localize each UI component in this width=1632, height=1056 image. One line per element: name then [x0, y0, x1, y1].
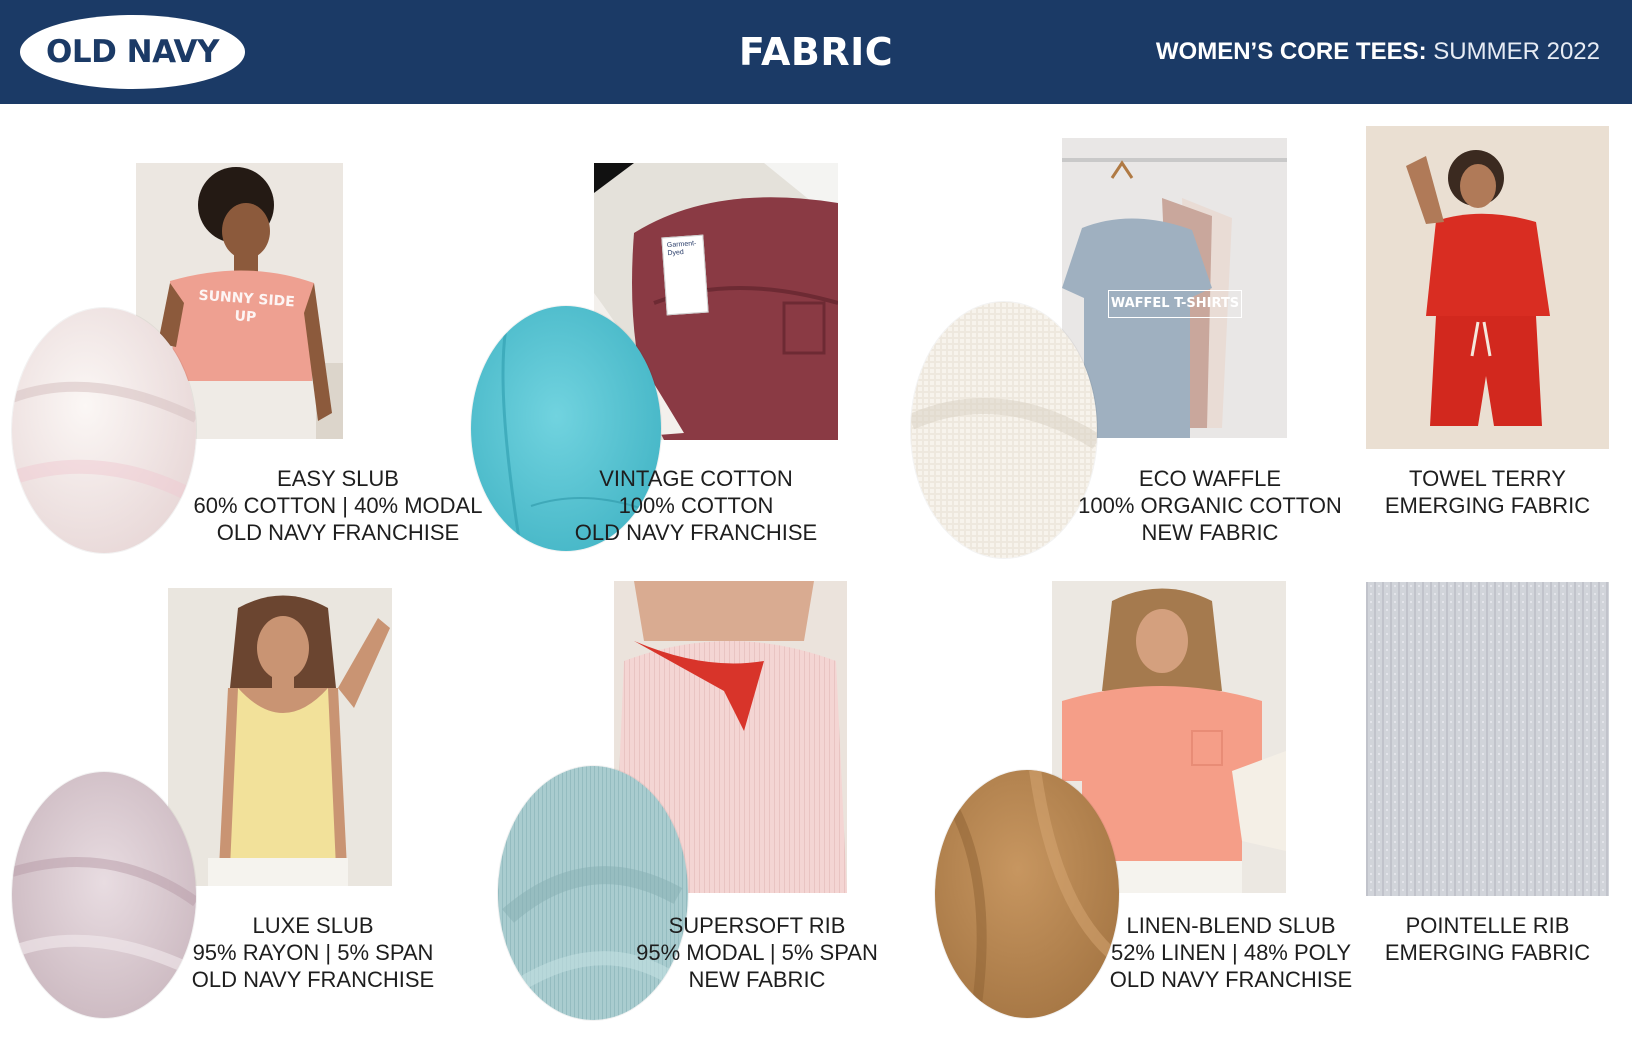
- easy-slub-label: EASY SLUB 60% COTTON | 40% MODAL OLD NAV…: [183, 465, 493, 546]
- vintage-cotton-label: VINTAGE COTTON 100% COTTON OLD NAVY FRAN…: [541, 465, 851, 546]
- fabric-status: OLD NAVY FRANCHISE: [574, 520, 818, 545]
- season-label: SUMMER 2022: [1433, 38, 1600, 65]
- fabric-content: 52% LINEN | 48% POLY: [1110, 940, 1352, 965]
- fabric-status: NEW FABRIC: [1141, 520, 1279, 545]
- page-title: FABRIC: [738, 30, 894, 74]
- collection-subtitle: WOMEN’S CORE TEES: SUMMER 2022: [1156, 38, 1600, 66]
- fabric-content: 95% RAYON | 5% SPAN: [192, 940, 434, 965]
- header-bar: OLD NAVY FABRIC WOMEN’S CORE TEES: SUMME…: [0, 0, 1632, 104]
- easy-slub-shirt-print: SUNNY SIDE UP: [197, 287, 296, 326]
- fabric-name: SUPERSOFT RIB: [668, 913, 846, 938]
- easy-slub-fabric-swatch: [12, 308, 196, 553]
- eco-waffle-product-photo: [1062, 138, 1287, 438]
- fabric-content: 95% MODAL | 5% SPAN: [636, 940, 878, 965]
- fabric-status: OLD NAVY FRANCHISE: [1109, 967, 1353, 992]
- fabric-content: 100% ORGANIC COTTON: [1078, 493, 1342, 518]
- fabric-name: POINTELLE RIB: [1405, 913, 1570, 938]
- fabric-status: EMERGING FABRIC: [1384, 493, 1591, 518]
- fabric-name: EASY SLUB: [277, 466, 399, 491]
- fabric-name: ECO WAFFLE: [1138, 466, 1282, 491]
- towel-terry-label: TOWEL TERRY EMERGING FABRIC: [1366, 465, 1609, 519]
- fabric-content: 100% COTTON: [618, 493, 774, 518]
- pointelle-rib-fabric-photo: [1366, 582, 1609, 896]
- brand-logo: OLD NAVY: [20, 15, 245, 89]
- fabric-status: EMERGING FABRIC: [1384, 940, 1591, 965]
- towel-terry-model-photo: [1366, 126, 1609, 449]
- pointelle-rib-label: POINTELLE RIB EMERGING FABRIC: [1366, 912, 1609, 966]
- category-label: WOMEN’S CORE TEES:: [1155, 38, 1427, 65]
- supersoft-rib-label: SUPERSOFT RIB 95% MODAL | 5% SPAN NEW FA…: [602, 912, 912, 993]
- fabric-status: OLD NAVY FRANCHISE: [191, 967, 435, 992]
- fabric-name: VINTAGE COTTON: [599, 466, 793, 491]
- fabric-name: TOWEL TERRY: [1409, 466, 1566, 491]
- fabric-status: NEW FABRIC: [688, 967, 826, 992]
- fabric-status: OLD NAVY FRANCHISE: [216, 520, 460, 545]
- eco-waffle-photo-sign: WAFFEL T-SHIRTS: [1108, 290, 1242, 318]
- linen-blend-slub-label: LINEN-BLEND SLUB 52% LINEN | 48% POLY OL…: [1076, 912, 1386, 993]
- luxe-slub-label: LUXE SLUB 95% RAYON | 5% SPAN OLD NAVY F…: [158, 912, 468, 993]
- brand-name: OLD NAVY: [46, 34, 219, 70]
- eco-waffle-label: ECO WAFFLE 100% ORGANIC COTTON NEW FABRI…: [1055, 465, 1365, 546]
- fabric-name: LINEN-BLEND SLUB: [1126, 913, 1336, 938]
- vintage-cotton-hang-tag: Garment-Dyed: [661, 234, 709, 316]
- luxe-slub-model-photo: [168, 588, 392, 886]
- fabric-content: 60% COTTON | 40% MODAL: [193, 493, 483, 518]
- fabric-name: LUXE SLUB: [252, 913, 374, 938]
